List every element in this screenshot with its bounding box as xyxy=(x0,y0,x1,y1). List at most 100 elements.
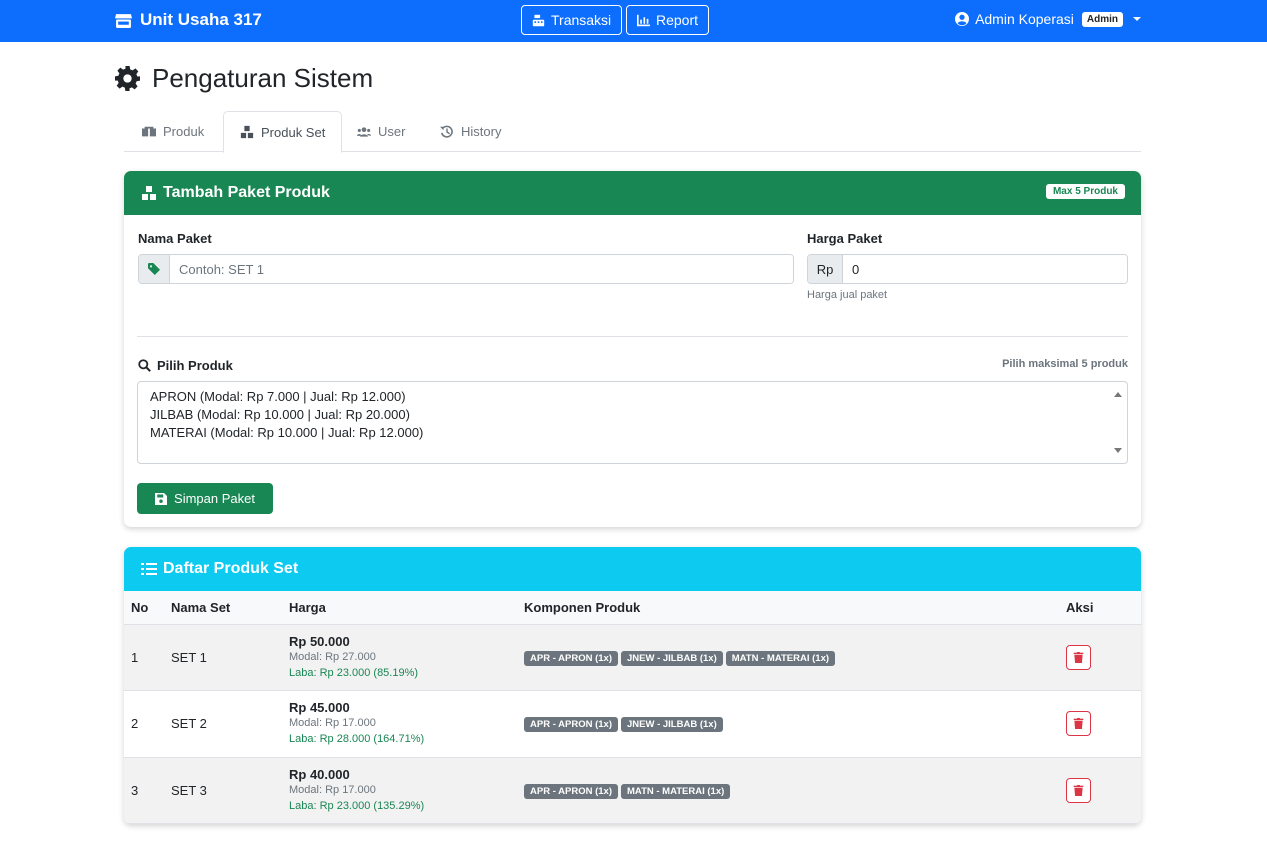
col-nama: Nama Set xyxy=(164,591,282,625)
delete-button[interactable] xyxy=(1066,644,1091,670)
boxes-icon xyxy=(142,126,156,136)
col-harga: Harga xyxy=(282,591,517,625)
harga-paket-input[interactable] xyxy=(843,255,1127,283)
component-badge: JNEW - JILBAB (1x) xyxy=(621,650,723,666)
tab-produk[interactable]: Produk xyxy=(126,111,220,152)
card-title: Tambah Paket Produk xyxy=(163,184,330,201)
transaksi-button[interactable]: Transaksi xyxy=(521,5,623,35)
product-option[interactable]: APRON (Modal: Rp 7.000 | Jual: Rp 12.000… xyxy=(150,388,1115,406)
pilih-produk-label: Pilih Produk xyxy=(138,358,233,373)
component-badge: MATN - MATERAI (1x) xyxy=(725,650,836,666)
settings-tabs: Produk Produk Set User History xyxy=(124,111,1141,153)
nama-paket-group xyxy=(138,254,794,284)
list-icon xyxy=(141,563,157,575)
card-title: Daftar Produk Set xyxy=(163,560,299,577)
user-circle-icon xyxy=(955,12,970,26)
price-laba: Laba: Rp 28.000 (164.71%) xyxy=(289,733,425,746)
row-komponen: APR - APRON (1x) MATN - MATERAI (1x) xyxy=(517,757,1059,824)
row-aksi xyxy=(1059,691,1141,758)
product-option[interactable]: MATERAI (Modal: Rp 10.000 | Jual: Rp 12.… xyxy=(150,424,1115,442)
table-row: 1 SET 1 Rp 50.000 Modal: Rp 27.000 Laba:… xyxy=(124,624,1141,691)
component-badge: MATN - MATERAI (1x) xyxy=(621,783,731,799)
brand[interactable]: Unit Usaha 317 xyxy=(115,10,262,30)
table-header-row: No Nama Set Harga Komponen Produk Aksi xyxy=(124,591,1141,625)
col-no: No xyxy=(124,591,164,625)
col-aksi: Aksi xyxy=(1059,591,1141,625)
cubes-icon xyxy=(142,186,156,200)
trash-icon xyxy=(1073,651,1084,663)
nama-paket-label: Nama Paket xyxy=(138,231,212,246)
page-title-label: Pengaturan Sistem xyxy=(152,63,374,93)
row-no: 1 xyxy=(131,649,139,665)
divider xyxy=(137,336,1128,337)
report-button[interactable]: Report xyxy=(626,5,710,35)
tab-user[interactable]: User xyxy=(341,111,421,152)
report-label: Report xyxy=(656,12,699,28)
price-modal: Modal: Rp 17.000 xyxy=(289,783,376,796)
price-laba: Laba: Rp 23.000 (135.29%) xyxy=(289,799,425,812)
user-menu[interactable]: Admin Koperasi Admin xyxy=(955,11,1141,27)
cubes-icon xyxy=(240,125,254,139)
user-name: Admin Koperasi xyxy=(975,11,1074,27)
product-multiselect[interactable]: APRON (Modal: Rp 7.000 | Jual: Rp 12.000… xyxy=(137,381,1128,464)
package-list-header: Daftar Produk Set xyxy=(124,547,1141,591)
product-option[interactable]: JILBAB (Modal: Rp 10.000 | Jual: Rp 20.0… xyxy=(150,406,1115,424)
chevron-down-icon xyxy=(1133,17,1141,21)
price-laba: Laba: Rp 23.000 (85.19%) xyxy=(289,666,419,679)
add-package-card: Tambah Paket Produk Max 5 Produk Nama Pa… xyxy=(124,171,1141,527)
max-products-badge: Max 5 Produk xyxy=(1045,184,1125,199)
component-badge: APR - APRON (1x) xyxy=(524,717,618,733)
delete-button[interactable] xyxy=(1066,711,1091,737)
navbar: Unit Usaha 317 Transaksi Report Admin Ko… xyxy=(0,0,1267,42)
row-komponen: APR - APRON (1x) JNEW - JILBAB (1x) MATN -… xyxy=(517,624,1059,691)
package-list-card: Daftar Produk Set No Nama Set Harga Komp… xyxy=(124,547,1141,824)
component-badge: APR - APRON (1x) xyxy=(524,650,618,666)
tab-produk-set[interactable]: Produk Set xyxy=(223,111,343,153)
package-table: No Nama Set Harga Komponen Produk Aksi 1… xyxy=(124,591,1141,824)
price-modal: Modal: Rp 17.000 xyxy=(289,717,376,730)
pilih-hint: Pilih maksimal 5 produk xyxy=(1002,358,1128,370)
row-nama: SET 1 xyxy=(171,649,207,665)
save-package-label: Simpan Paket xyxy=(174,491,255,506)
row-aksi xyxy=(1059,624,1141,691)
row-nama: SET 3 xyxy=(171,782,207,798)
pilih-produk-text: Pilih Produk xyxy=(157,358,233,373)
scroll-down-arrow[interactable] xyxy=(1114,448,1122,453)
row-harga: Rp 50.000 Modal: Rp 27.000 Laba: Rp 23.0… xyxy=(282,624,517,691)
row-harga: Rp 45.000 Modal: Rp 17.000 Laba: Rp 28.0… xyxy=(282,691,517,758)
col-komponen: Komponen Produk xyxy=(517,591,1059,625)
table-row: 3 SET 3 Rp 40.000 Modal: Rp 17.000 Laba:… xyxy=(124,757,1141,824)
save-package-button[interactable]: Simpan Paket xyxy=(137,483,273,514)
chart-icon xyxy=(637,14,650,26)
cash-register-icon xyxy=(532,14,545,26)
row-harga: Rp 40.000 Modal: Rp 17.000 Laba: Rp 23.0… xyxy=(282,757,517,824)
delete-button[interactable] xyxy=(1066,777,1091,803)
search-icon xyxy=(138,359,151,372)
tab-label: Produk xyxy=(163,124,205,139)
store-icon xyxy=(115,13,132,28)
gear-icon xyxy=(115,66,140,91)
price-modal: Modal: Rp 27.000 xyxy=(289,650,376,663)
role-badge: Admin xyxy=(1081,11,1123,27)
scroll-up-arrow[interactable] xyxy=(1114,392,1122,397)
row-aksi xyxy=(1059,757,1141,824)
harga-paket-label: Harga Paket xyxy=(807,231,883,246)
tag-icon xyxy=(139,255,170,283)
price-main: Rp 40.000 xyxy=(289,766,350,782)
row-komponen: APR - APRON (1x) JNEW - JILBAB (1x) xyxy=(517,691,1059,758)
currency-prefix: Rp xyxy=(808,255,843,283)
price-main: Rp 50.000 xyxy=(289,633,350,649)
row-nama: SET 2 xyxy=(171,716,207,732)
history-icon xyxy=(440,125,453,138)
table-row: 2 SET 2 Rp 45.000 Modal: Rp 17.000 Laba:… xyxy=(124,691,1141,758)
nama-paket-input[interactable] xyxy=(170,255,793,283)
page-title: Pengaturan Sistem xyxy=(115,63,373,94)
trash-icon xyxy=(1073,718,1084,730)
transaksi-label: Transaksi xyxy=(551,12,612,28)
tab-history[interactable]: History xyxy=(424,111,517,152)
harga-paket-group: Rp xyxy=(807,254,1128,284)
harga-help-text: Harga jual paket xyxy=(807,289,888,301)
trash-icon xyxy=(1073,784,1084,796)
add-package-header: Tambah Paket Produk Max 5 Produk xyxy=(124,171,1141,215)
tab-label: User xyxy=(378,124,406,139)
